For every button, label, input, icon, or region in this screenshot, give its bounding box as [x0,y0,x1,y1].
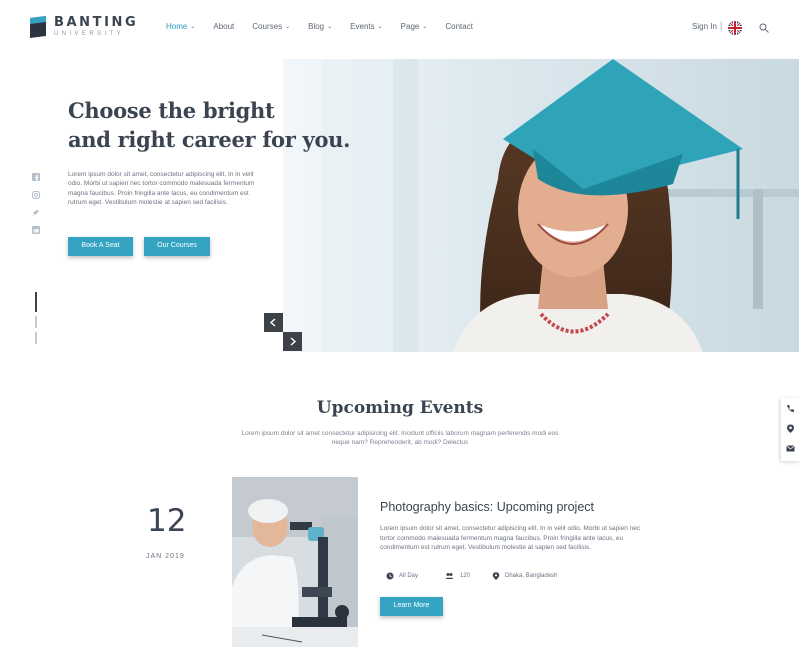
uk-flag-icon[interactable] [728,21,742,35]
slider-prev-button[interactable] [264,313,283,332]
users-icon [445,573,454,579]
facebook-icon[interactable] [32,173,40,181]
nav-item-label: Page [400,22,420,31]
graduate-photo [283,59,799,352]
brand-logo[interactable]: BANTING UNIVERSITY [30,16,138,38]
nav-item-about[interactable]: About [213,22,234,31]
location-pin-icon [492,572,500,580]
event-day: 12 [147,503,187,539]
nav-item-page[interactable]: Page ⌄ [401,22,428,31]
location-pin-icon[interactable] [786,424,795,433]
header-separator: | [720,20,723,30]
book-seat-button[interactable]: Book A Seat [68,237,133,256]
event-attendees: 120 [444,572,470,580]
site-header: BANTING UNIVERSITY Home ⌄ About Courses ⌄ Blo… [0,0,800,58]
nav-item-label: Home [166,22,188,31]
sign-in-link[interactable]: Sign In [692,22,717,31]
chevron-down-icon: ⌄ [190,24,196,30]
hero-title-line-1: Choose the bright [68,98,275,123]
logo-mark-icon [30,16,46,38]
event-description: Lorem ipsum dolor sit amet, consectetur … [380,525,641,552]
hero-description: Lorem ipsum dolor sit amet, consectetur … [68,171,255,207]
our-courses-button[interactable]: Our Courses [144,237,210,256]
events-section-title: Upcoming Events [316,398,484,418]
hero-title: Choose the bright and right career for y… [68,96,350,154]
nav-item-label: Courses [252,22,283,31]
nav-item-label: About [213,22,235,31]
brand-sub: UNIVERSITY [54,31,125,37]
event-month: JAN 2019 [146,553,185,560]
slider-next-button[interactable] [283,332,302,351]
nav-item-courses[interactable]: Courses ⌄ [252,22,290,31]
event-image [232,477,358,647]
slide-indicator-active[interactable] [35,292,37,312]
events-section-subtitle: Lorem ipsum dolor sit amet consectetur a… [241,430,559,446]
brand-name: BANTING [54,15,139,30]
logo-text: BANTING UNIVERSITY [54,16,138,38]
hero-title-line-2: and right career for you. [68,127,351,152]
learn-more-button[interactable]: Learn More [380,597,443,616]
nav-item-blog[interactable]: Blog ⌄ [308,22,332,31]
event-location-label: Dhaka, Bangladesh [505,573,558,579]
event-time-label: All Day [399,573,419,579]
nav-item-label: Contact [445,22,473,31]
slide-indicator[interactable] [35,316,37,328]
chevron-down-icon: ⌄ [327,24,333,30]
chevron-down-icon: ⌄ [422,24,428,30]
nav-item-home[interactable]: Home ⌄ [166,22,195,31]
hero-image [283,59,799,352]
twitter-icon[interactable] [32,209,40,217]
event-attendees-label: 120 [460,573,471,579]
slide-indicator[interactable] [35,332,37,344]
event-location: Dhaka, Bangladesh [492,572,557,580]
main-nav: Home ⌄ About Courses ⌄ Blog ⌄ Events ⌄ Page ⌄ Conta… [166,22,491,31]
chevron-down-icon: ⌄ [377,24,383,30]
event-title[interactable]: Photography basics: Upcoming project [380,500,594,514]
instagram-icon[interactable] [32,191,40,199]
mail-icon[interactable] [786,444,795,453]
search-icon[interactable] [759,23,769,33]
chevron-left-icon [269,318,276,327]
clock-icon [386,572,394,580]
nav-item-events[interactable]: Events ⌄ [350,22,383,31]
chevron-down-icon: ⌄ [285,24,291,30]
scientist-photo [232,477,358,647]
event-time: All Day [386,572,418,580]
nav-item-label: Events [350,22,375,31]
nav-item-label: Blog [308,22,325,31]
nav-item-contact[interactable]: Contact [445,22,473,31]
linkedin-icon[interactable] [32,226,40,234]
chevron-right-icon [290,337,297,346]
